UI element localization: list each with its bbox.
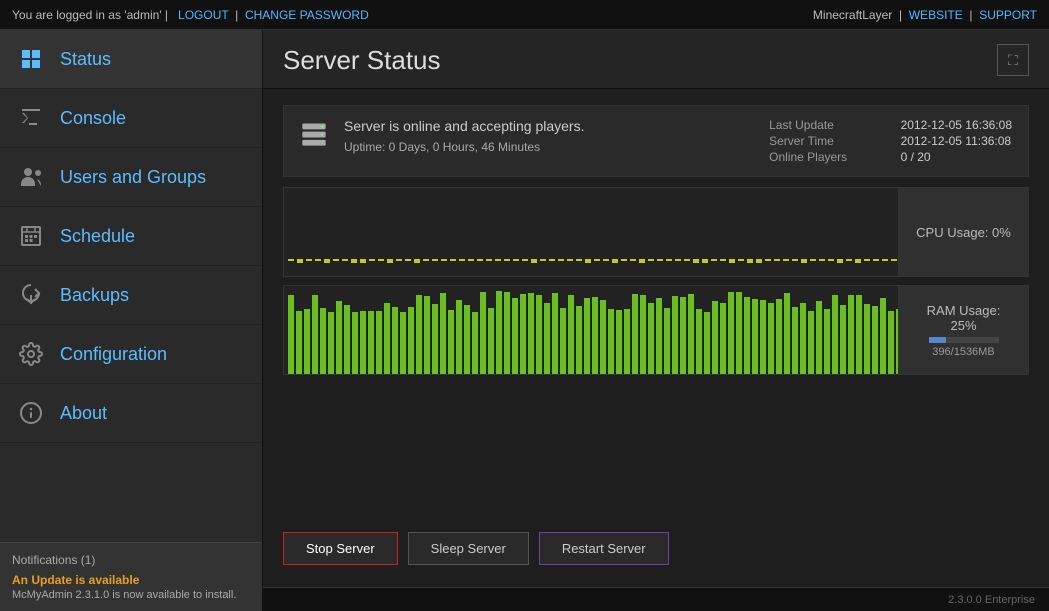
notifications-title: Notifications (1) [12,553,250,567]
notifications-description: McMyAdmin 2.3.1.0 is now available to in… [12,589,250,601]
sidebar-users-label: Users and Groups [60,167,206,188]
sidebar-item-console[interactable]: Console [0,89,262,148]
cpu-label-box: CPU Usage: 0% [898,188,1028,276]
topbar: You are logged in as 'admin' | LOGOUT | … [0,0,1049,30]
restart-server-button[interactable]: Restart Server [539,532,669,565]
cpu-chart-row: CPU Usage: 0% [283,187,1029,277]
ram-memory-text: 396/1536MB [932,346,994,358]
page-title: Server Status [283,45,441,76]
version-text: 2.3.0.0 Enterprise [948,594,1035,606]
ram-bars [284,286,898,374]
server-time-value: 2012-12-05 11:36:08 [901,134,1012,148]
topbar-right: MinecraftLayer | WEBSITE | SUPPORT [813,8,1037,22]
status-icon [16,44,46,74]
version-bar: 2.3.0.0 Enterprise [263,587,1049,611]
cpu-ticks [284,259,898,261]
sidebar-console-label: Console [60,108,126,129]
ram-bar-fill [929,337,947,343]
main-panel: Server Status ⛶ Server is online and acc… [263,30,1049,611]
online-players-label: Online Players [769,150,880,164]
schedule-icon [16,221,46,251]
action-buttons: Stop Server Sleep Server Restart Server [283,526,1029,571]
support-link[interactable]: SUPPORT [979,8,1037,22]
cpu-chart-graph [284,188,898,276]
ram-usage-pct: 25% [950,318,976,333]
layout: Status Console Users and Groups Schedule [0,30,1049,611]
backups-icon [16,280,46,310]
sidebar-schedule-label: Schedule [60,226,135,247]
notifications-panel: Notifications (1) An Update is available… [0,542,262,611]
charts-area: CPU Usage: 0% RAM Usage: 25% 396/1536M [283,187,1029,516]
main-header: Server Status ⛶ [263,30,1049,89]
ram-label-box: RAM Usage: 25% 396/1536MB [898,286,1028,374]
logged-in-text: You are logged in as 'admin' | [12,8,168,22]
topbar-left: You are logged in as 'admin' | LOGOUT | … [12,8,369,22]
status-details: Last Update 2012-12-05 16:36:08 Server T… [769,118,1012,164]
logout-link[interactable]: LOGOUT [178,8,228,22]
online-players-value: 0 / 20 [901,150,1012,164]
console-icon [16,103,46,133]
server-time-label: Server Time [769,134,880,148]
header-expand-icon[interactable]: ⛶ [997,44,1029,76]
brand-name: MinecraftLayer [813,8,892,22]
sidebar-item-users-groups[interactable]: Users and Groups [0,148,262,207]
users-icon [16,162,46,192]
sidebar: Status Console Users and Groups Schedule [0,30,263,611]
uptime-text: Uptime: 0 Days, 0 Hours, 46 Minutes [344,140,757,154]
sidebar-backups-label: Backups [60,285,129,306]
ram-bar-wrapper [929,337,999,343]
sidebar-about-label: About [60,403,107,424]
change-password-link[interactable]: CHANGE PASSWORD [245,8,369,22]
sidebar-item-backups[interactable]: Backups [0,266,262,325]
sidebar-config-label: Configuration [60,344,167,365]
sidebar-item-configuration[interactable]: Configuration [0,325,262,384]
config-icon [16,339,46,369]
ram-chart-graph [284,286,898,374]
server-status-icon [300,120,332,152]
sidebar-status-label: Status [60,49,111,70]
sidebar-item-status[interactable]: Status [0,30,262,89]
about-icon [16,398,46,428]
sidebar-item-about[interactable]: About [0,384,262,443]
status-text-area: Server is online and accepting players. … [344,118,757,154]
ram-chart-row: RAM Usage: 25% 396/1536MB [283,285,1029,375]
last-update-label: Last Update [769,118,880,132]
sleep-server-button[interactable]: Sleep Server [408,532,529,565]
stop-server-button[interactable]: Stop Server [283,532,398,565]
main-body: Server is online and accepting players. … [263,89,1049,587]
status-online-text: Server is online and accepting players. [344,118,757,134]
website-link[interactable]: WEBSITE [909,8,963,22]
last-update-value: 2012-12-05 16:36:08 [901,118,1012,132]
notifications-message: An Update is available [12,573,250,587]
sidebar-item-schedule[interactable]: Schedule [0,207,262,266]
cpu-usage-label: CPU Usage: 0% [916,225,1011,240]
ram-usage-label: RAM Usage: [927,303,1001,318]
status-info-box: Server is online and accepting players. … [283,105,1029,177]
